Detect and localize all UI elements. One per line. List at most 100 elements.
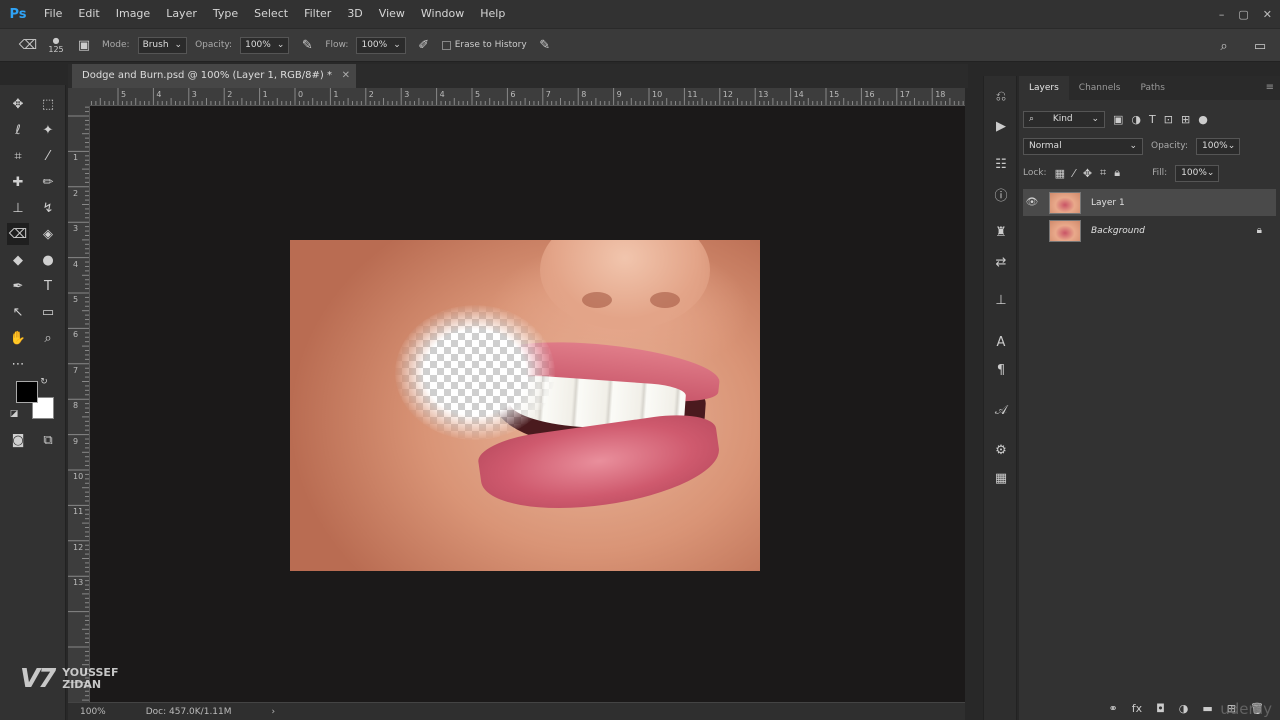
menu-edit[interactable]: Edit bbox=[70, 0, 107, 28]
search-icon[interactable]: ⌕ bbox=[1214, 36, 1234, 56]
adjustment-layer-icon[interactable]: ◑ bbox=[1179, 702, 1189, 715]
lock-position-icon[interactable]: ✥ bbox=[1083, 167, 1092, 180]
tab-layers[interactable]: Layers bbox=[1019, 76, 1069, 100]
menu-layer[interactable]: Layer bbox=[158, 0, 205, 28]
tab-paths[interactable]: Paths bbox=[1130, 76, 1174, 100]
dodge-tool-icon[interactable]: ● bbox=[37, 249, 59, 271]
brush-presets-panel-icon[interactable]: ⇄ bbox=[990, 252, 1012, 272]
brush-tool-icon[interactable]: ✏ bbox=[37, 171, 59, 193]
ruler-left[interactable]: 1 2 3 4 5 6 7 8 9 10 11 12 13 bbox=[68, 106, 90, 702]
ruler-top[interactable]: 5 4 3 2 1 0 1 2 3 4 5 6 7 8 9 10 11 12 13 14 15 16 17 18 bbox=[90, 88, 965, 106]
3d-panel-icon[interactable]: ⚙ bbox=[990, 440, 1012, 460]
pressure-opacity-icon[interactable]: ✎ bbox=[297, 35, 317, 55]
flow-input[interactable]: 100% ⌄ bbox=[356, 36, 406, 54]
adjustments-panel-icon[interactable]: ☷ bbox=[990, 154, 1012, 174]
quick-mask-icon[interactable]: ◙ bbox=[7, 429, 29, 451]
blur-tool-icon[interactable]: ◆ bbox=[7, 249, 29, 271]
tab-channels[interactable]: Channels bbox=[1069, 76, 1131, 100]
marquee-tool-icon[interactable]: ⬚ bbox=[37, 93, 59, 115]
filter-shape-icon[interactable]: ⊡ bbox=[1164, 113, 1173, 126]
layer-name[interactable]: Background bbox=[1091, 226, 1145, 236]
history-panel-icon[interactable]: ⎌ bbox=[990, 86, 1012, 106]
type-tool-icon[interactable]: T bbox=[37, 275, 59, 297]
filter-kind-select[interactable]: ⌕ Kind ⌄ bbox=[1023, 110, 1105, 128]
glyphs-panel-icon[interactable]: 𝒜 bbox=[990, 400, 1012, 420]
filter-pixel-icon[interactable]: ▣ bbox=[1113, 113, 1123, 126]
photo-lips-smile[interactable] bbox=[290, 240, 760, 571]
filter-toggle-icon[interactable]: ● bbox=[1198, 113, 1208, 126]
close-icon[interactable]: ✕ bbox=[342, 64, 350, 88]
lock-image-icon[interactable]: ⁄ bbox=[1073, 167, 1075, 180]
brush-settings-panel-icon[interactable]: ♜ bbox=[990, 222, 1012, 242]
panel-menu-icon[interactable]: ≡ bbox=[1266, 82, 1274, 93]
filter-type-icon[interactable]: T bbox=[1149, 113, 1156, 126]
menu-3d[interactable]: 3D bbox=[339, 0, 370, 28]
layer-row-background[interactable]: Background 🔒︎ bbox=[1023, 217, 1276, 244]
menu-window[interactable]: Window bbox=[413, 0, 472, 28]
filter-adjustment-icon[interactable]: ◑ bbox=[1131, 113, 1141, 126]
hand-tool-icon[interactable]: ✋ bbox=[7, 327, 29, 349]
ruler-origin[interactable] bbox=[68, 88, 90, 106]
menu-view[interactable]: View bbox=[371, 0, 413, 28]
paint-bucket-tool-icon[interactable]: ◈ bbox=[37, 223, 59, 245]
erase-to-history-checkbox[interactable]: Erase to History bbox=[441, 40, 527, 50]
blend-mode-select[interactable]: Normal ⌄ bbox=[1023, 137, 1143, 155]
doc-size[interactable]: Doc: 457.0K/1.11M bbox=[146, 707, 232, 717]
menu-file[interactable]: File bbox=[36, 0, 70, 28]
menu-help[interactable]: Help bbox=[472, 0, 513, 28]
layer-name[interactable]: Layer 1 bbox=[1091, 198, 1125, 208]
workspace-icon[interactable]: ▭ bbox=[1250, 36, 1270, 56]
paragraph-panel-icon[interactable]: ¶ bbox=[990, 360, 1012, 380]
lock-all-icon[interactable]: 🔒︎ bbox=[1114, 166, 1120, 180]
add-mask-icon[interactable]: ◘ bbox=[1156, 702, 1165, 715]
lock-artboard-icon[interactable]: ⌗ bbox=[1100, 166, 1106, 180]
zoom-level[interactable]: 100% bbox=[80, 707, 106, 717]
lasso-tool-icon[interactable]: ℓ bbox=[7, 119, 29, 141]
foreground-color-swatch[interactable] bbox=[16, 381, 38, 403]
default-colors-icon[interactable]: ◪ bbox=[7, 407, 21, 421]
eyedropper-tool-icon[interactable]: ⁄ bbox=[37, 145, 59, 167]
more-tools-icon[interactable]: ⋯ bbox=[7, 353, 29, 375]
filter-smart-object-icon[interactable]: ⊞ bbox=[1181, 113, 1190, 126]
swap-colors-icon[interactable]: ↻ bbox=[37, 375, 51, 389]
close-window-button[interactable]: ✕ bbox=[1263, 8, 1272, 21]
fx-icon[interactable]: fx bbox=[1132, 702, 1142, 715]
minimize-button[interactable]: – bbox=[1219, 8, 1225, 21]
menu-image[interactable]: Image bbox=[108, 0, 158, 28]
history-brush-tool-icon[interactable]: ↯ bbox=[37, 197, 59, 219]
clone-stamp-tool-icon[interactable]: ⊥ bbox=[7, 197, 29, 219]
zoom-tool-icon[interactable]: ⌕ bbox=[37, 327, 59, 349]
eye-icon[interactable]: 👁︎ bbox=[1023, 197, 1041, 208]
menu-select[interactable]: Select bbox=[246, 0, 296, 28]
brush-panel-icon[interactable]: ▣ bbox=[74, 35, 94, 55]
link-layers-icon[interactable]: ⚭ bbox=[1108, 702, 1117, 715]
fill-input[interactable]: 100% ⌄ bbox=[1175, 164, 1220, 182]
new-group-icon[interactable]: ▬ bbox=[1202, 702, 1212, 715]
status-menu-arrow-icon[interactable]: › bbox=[272, 707, 276, 717]
move-tool-icon[interactable]: ✥ bbox=[7, 93, 29, 115]
document-tab[interactable]: Dodge and Burn.psd @ 100% (Layer 1, RGB/… bbox=[72, 64, 356, 88]
timeline-panel-icon[interactable]: ▦ bbox=[990, 468, 1012, 488]
eraser-tool-icon[interactable]: ⌫ bbox=[7, 223, 29, 245]
airbrush-icon[interactable]: ✐ bbox=[414, 35, 434, 55]
document-canvas[interactable] bbox=[90, 106, 965, 702]
magic-wand-tool-icon[interactable]: ✦ bbox=[37, 119, 59, 141]
menu-type[interactable]: Type bbox=[205, 0, 246, 28]
opacity-input[interactable]: 100% ⌄ bbox=[240, 36, 290, 54]
mode-select[interactable]: Brush ⌄ bbox=[137, 36, 188, 54]
restore-button[interactable]: ▢ bbox=[1238, 8, 1248, 21]
healing-brush-tool-icon[interactable]: ✚ bbox=[7, 171, 29, 193]
pen-tool-icon[interactable]: ✒ bbox=[7, 275, 29, 297]
crop-tool-icon[interactable]: ⌗ bbox=[7, 145, 29, 167]
menu-filter[interactable]: Filter bbox=[296, 0, 339, 28]
layer-row-layer-1[interactable]: 👁︎ Layer 1 bbox=[1023, 189, 1276, 216]
layer-opacity-input[interactable]: 100% ⌄ bbox=[1196, 137, 1240, 155]
actions-panel-icon[interactable]: ▶ bbox=[990, 116, 1012, 136]
clone-source-panel-icon[interactable]: ⊥ bbox=[990, 290, 1012, 310]
brush-preset-picker[interactable]: ● 125 bbox=[46, 35, 66, 55]
pressure-size-icon[interactable]: ✎ bbox=[535, 35, 555, 55]
rectangle-tool-icon[interactable]: ▭ bbox=[37, 301, 59, 323]
eraser-preset-icon[interactable]: ⌫ bbox=[18, 35, 38, 55]
character-panel-icon[interactable]: A bbox=[990, 332, 1012, 352]
path-selection-tool-icon[interactable]: ↖ bbox=[7, 301, 29, 323]
